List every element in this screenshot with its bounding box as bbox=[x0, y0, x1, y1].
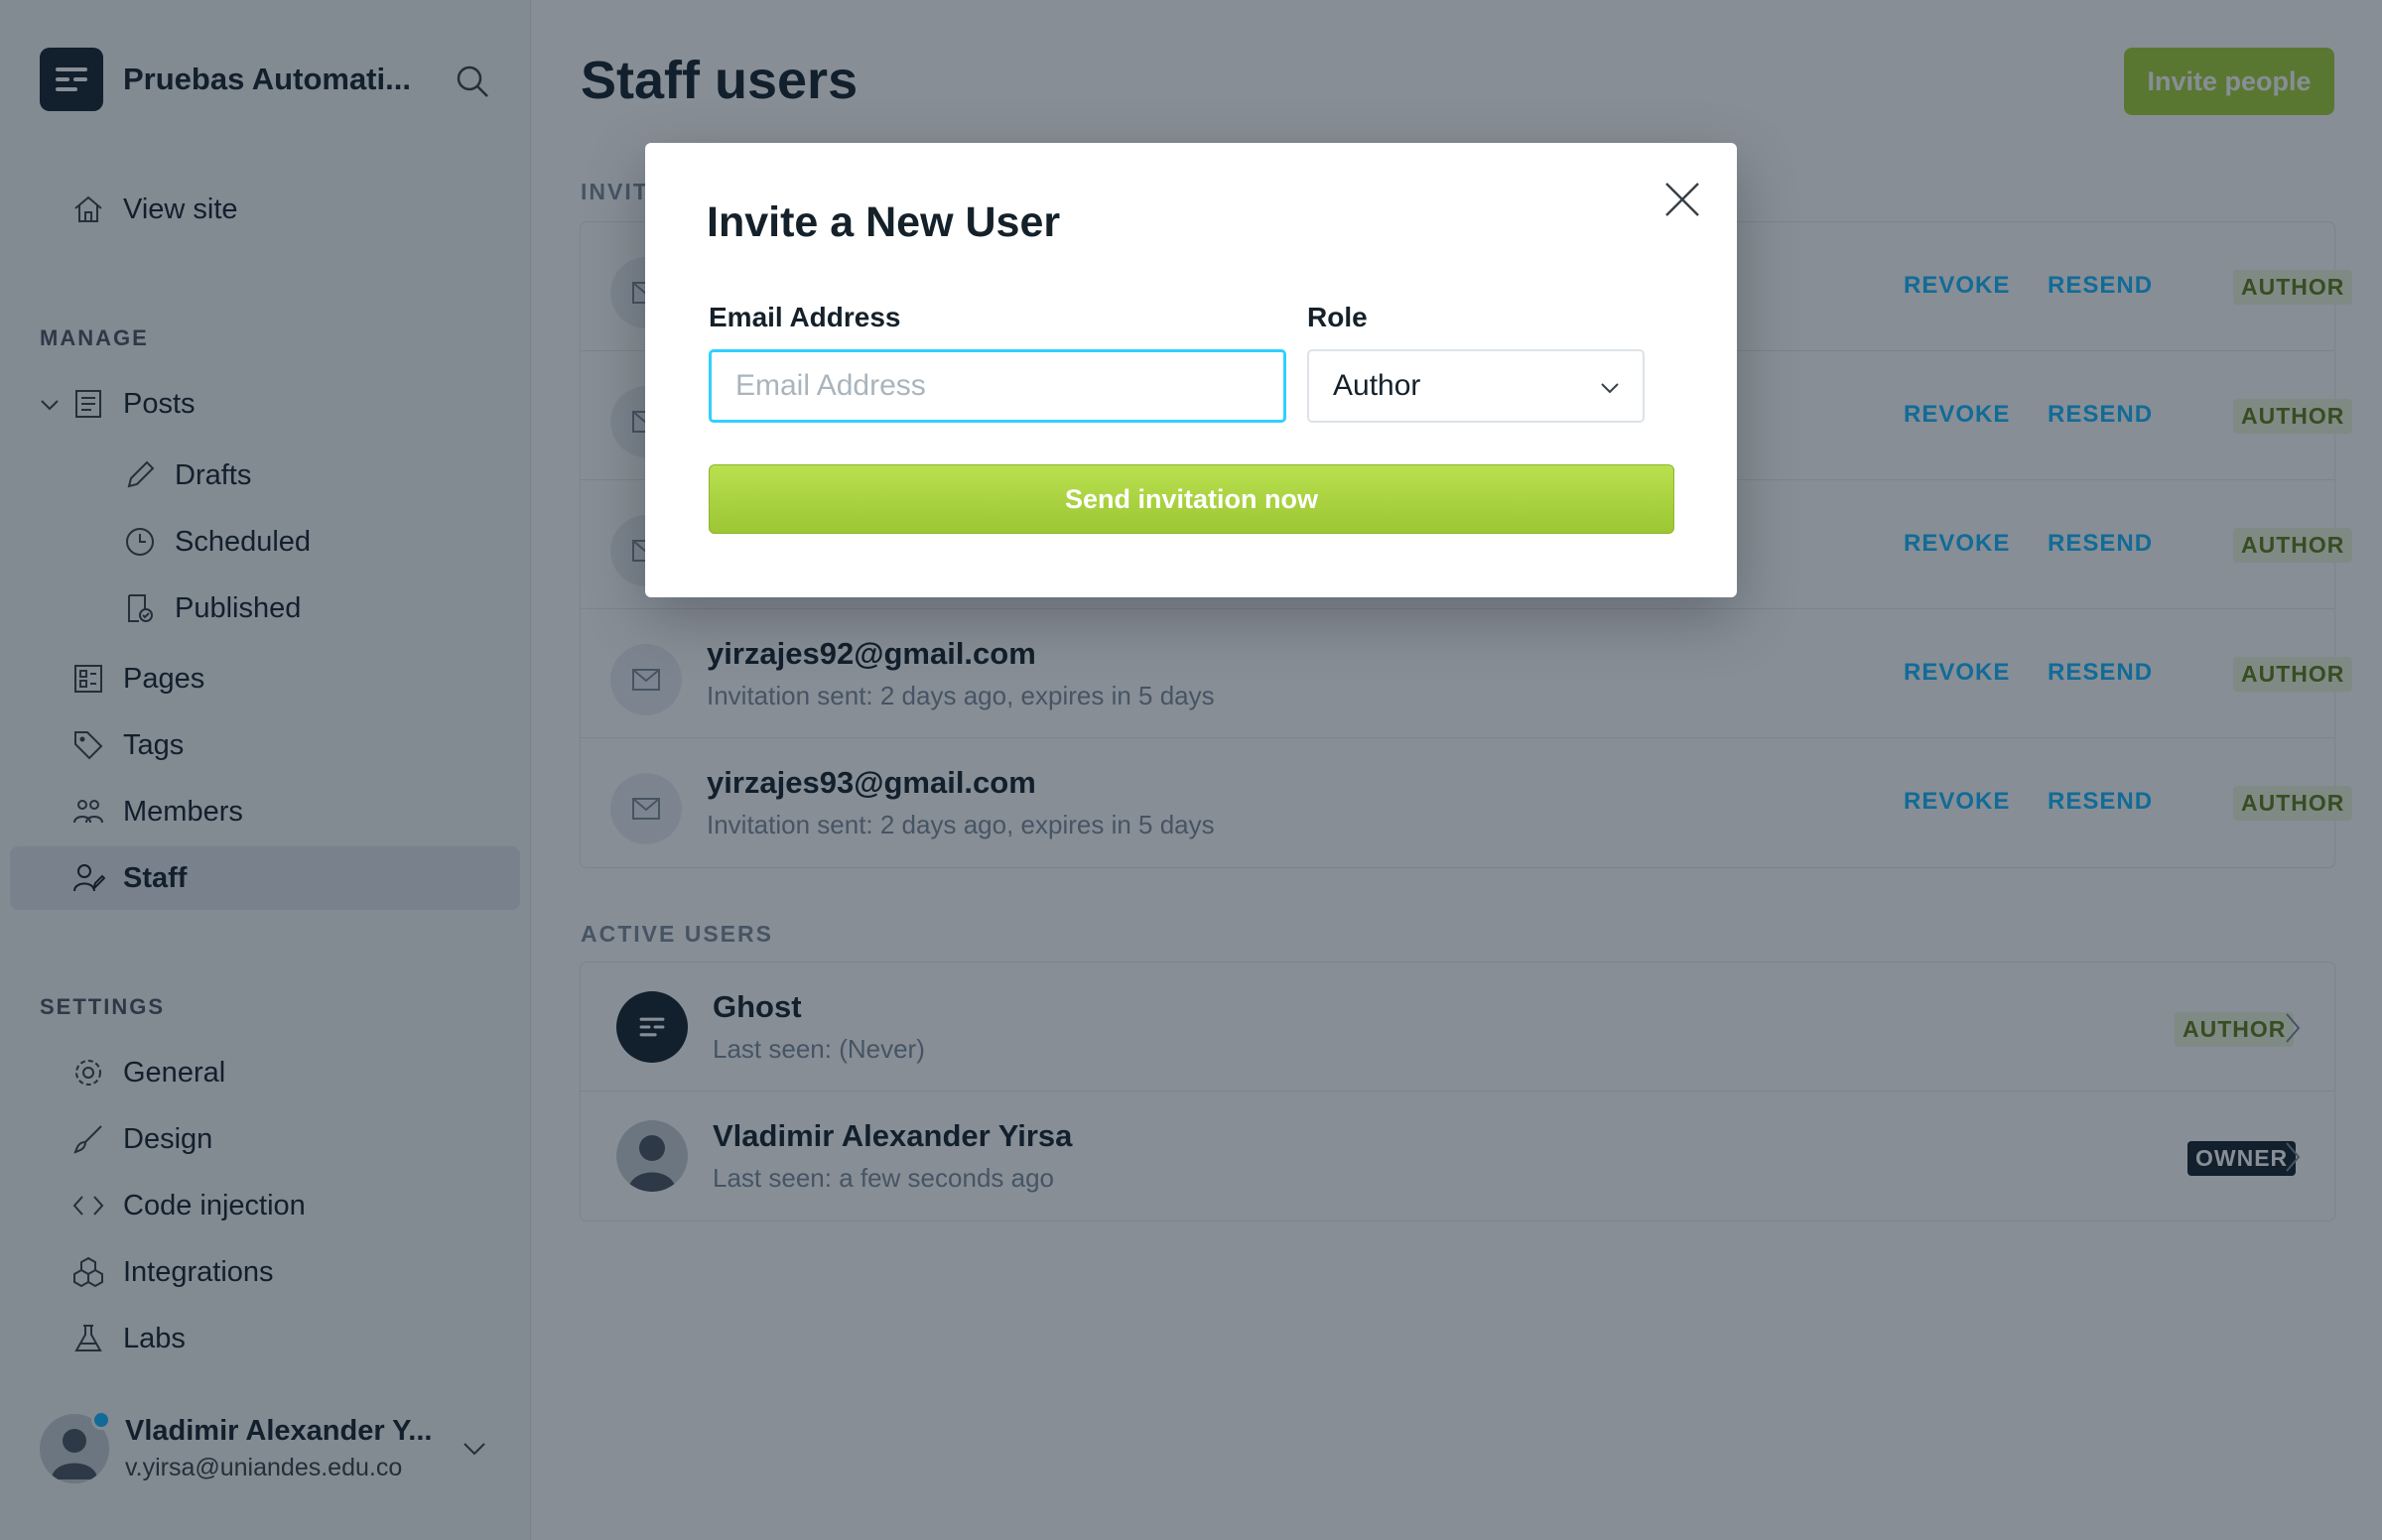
email-label: Email Address bbox=[709, 302, 901, 332]
role-select-value: Author bbox=[1333, 369, 1421, 402]
email-field[interactable] bbox=[709, 349, 1286, 423]
send-invitation-button[interactable]: Send invitation now bbox=[709, 464, 1674, 534]
role-select[interactable]: Author bbox=[1307, 349, 1645, 423]
role-label: Role bbox=[1307, 302, 1368, 332]
close-button[interactable] bbox=[1661, 179, 1703, 220]
modal-title: Invite a New User bbox=[707, 198, 1061, 246]
invite-user-modal: Invite a New User Email Address Role Aut… bbox=[645, 143, 1737, 597]
close-icon bbox=[1665, 183, 1699, 216]
chevron-down-icon bbox=[1601, 383, 1619, 394]
